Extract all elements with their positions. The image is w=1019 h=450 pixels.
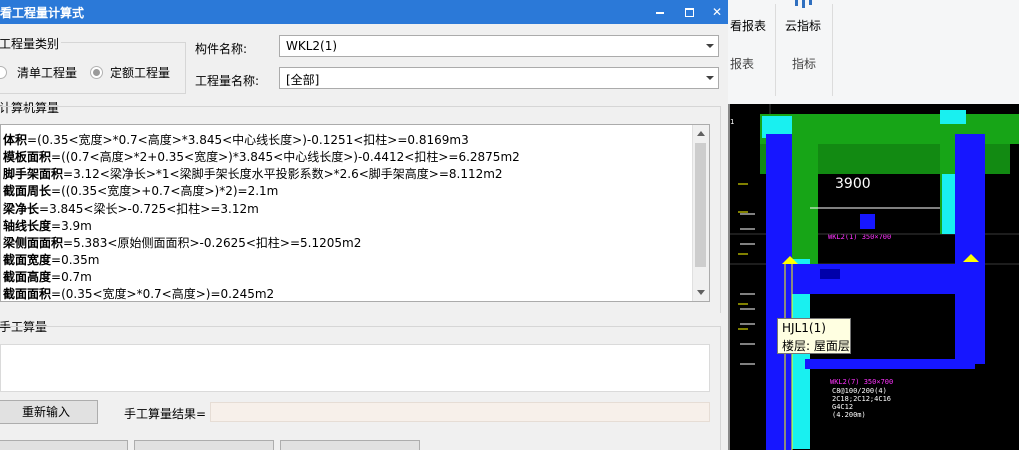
structure-drawing: WKL2(1) 350×700 WKL2(7) 350×700 C8@100/2… xyxy=(730,104,1019,450)
reinput-button-label: 重新输入 xyxy=(21,405,70,419)
maximize-button[interactable] xyxy=(681,4,697,20)
chevron-down-icon xyxy=(706,44,714,48)
ribbon-group-index: 指标 xyxy=(792,57,817,71)
formula-scrollbar[interactable] xyxy=(692,125,709,301)
bottom-button[interactable] xyxy=(280,440,420,450)
bottom-button[interactable] xyxy=(134,440,274,450)
formula-line: 体积=(0.35<宽度>*0.7<高度>*3.845<中心线长度>)-0.125… xyxy=(3,133,469,147)
radio-quota-quantity-label[interactable]: 定额工程量 xyxy=(110,64,170,81)
scroll-up-icon[interactable] xyxy=(697,131,705,136)
cloud-index-icon xyxy=(795,0,812,8)
svg-text:1: 1 xyxy=(730,118,734,126)
svg-text:C8@100/200(4): C8@100/200(4) xyxy=(832,387,887,395)
dialog-title: 看工程量计算式 xyxy=(0,6,85,20)
svg-text:(4.200m): (4.200m) xyxy=(832,411,866,419)
quantity-formula-dialog: 看工程量计算式 ✕ 工程量类别 清单工程量 定额工程量 构件名称: WKL2(1… xyxy=(0,0,728,450)
manual-result-label: 手工算量结果= xyxy=(124,407,207,421)
manual-quantity-input[interactable] xyxy=(0,344,710,392)
formula-line: 轴线长度=3.9m xyxy=(3,219,92,233)
quantity-name-select[interactable]: [全部] xyxy=(279,67,719,89)
formula-line: 梁净长=3.845<梁长>-0.725<扣柱>=3.12m xyxy=(3,202,259,216)
svg-text:G4C12: G4C12 xyxy=(832,403,853,411)
svg-text:WKL2(7) 350×700: WKL2(7) 350×700 xyxy=(830,378,893,386)
tooltip-floor: 楼层: 屋面层 xyxy=(782,339,850,353)
radio-quota-quantity[interactable] xyxy=(90,66,103,79)
scroll-thumb[interactable] xyxy=(695,143,706,267)
reinput-button[interactable]: 重新输入 xyxy=(0,400,98,424)
cloud-index-label: 云指标 xyxy=(785,19,822,33)
radio-list-quantity-label[interactable]: 清单工程量 xyxy=(17,64,77,81)
quantity-name-label: 工程量名称: xyxy=(195,74,260,88)
scroll-down-icon[interactable] xyxy=(697,290,705,295)
maximize-icon xyxy=(684,8,694,17)
formula-line: 截面周长=((0.35<宽度>+0.7<高度>)*2)=2.1m xyxy=(3,184,279,198)
ribbon-group-report: 报表 xyxy=(730,57,755,71)
formula-line: 梁侧面面积=5.383<原始侧面面积>-0.2625<扣柱>=5.1205m2 xyxy=(3,236,362,250)
close-icon: ✕ xyxy=(711,5,723,19)
formula-textarea[interactable]: 体积=(0.35<宽度>*0.7<高度>*3.845<中心线长度>)-0.125… xyxy=(0,124,710,302)
dialog-titlebar[interactable]: 看工程量计算式 ✕ xyxy=(0,0,728,24)
component-name-label: 构件名称: xyxy=(195,42,248,56)
formula-line: 截面面积=(0.35<宽度>*0.7<高度>)=0.245m2 xyxy=(3,287,275,301)
minimize-icon xyxy=(656,12,664,14)
ribbon-divider xyxy=(775,4,776,96)
formula-line: 截面宽度=0.35m xyxy=(3,253,100,267)
component-name-select[interactable]: WKL2(1) xyxy=(279,35,719,57)
component-name-value: WKL2(1) xyxy=(286,39,338,53)
ribbon-divider xyxy=(832,4,833,96)
chevron-down-icon xyxy=(706,76,714,80)
dimension-label: 3900 xyxy=(835,176,871,192)
svg-text:2C18;2C12;4C16: 2C18;2C12;4C16 xyxy=(832,395,891,403)
cloud-index-button[interactable]: 云指标 xyxy=(783,0,827,46)
component-tooltip: HJL1(1) 楼层: 屋面层 xyxy=(777,318,851,354)
close-button[interactable]: ✕ xyxy=(709,4,725,20)
manual-result-field xyxy=(210,402,710,422)
tooltip-component-name: HJL1(1) xyxy=(782,321,826,335)
3d-viewport[interactable]: WKL2(1) 350×700 WKL2(7) 350×700 C8@100/2… xyxy=(730,104,1019,450)
formula-line: 截面高度=0.7m xyxy=(3,270,92,284)
bottom-button[interactable] xyxy=(0,440,128,450)
ribbon-toolbar: 看报表 云指标 报表 指标 xyxy=(728,0,1019,105)
minimize-button[interactable] xyxy=(652,4,668,20)
view-report-button[interactable]: 看报表 xyxy=(730,0,770,46)
quantity-type-group-label: 工程量类别 xyxy=(0,35,62,52)
view-report-label: 看报表 xyxy=(730,19,767,33)
formula-line: 模板面积=((0.7<高度>*2+0.35<宽度>)*3.845<中心线长度>)… xyxy=(3,150,520,164)
quantity-name-value: [全部] xyxy=(286,73,320,87)
formula-line: 脚手架面积=3.12<梁净长>*1<梁脚手架长度水平投影系数>*2.6<脚手架高… xyxy=(3,167,503,181)
